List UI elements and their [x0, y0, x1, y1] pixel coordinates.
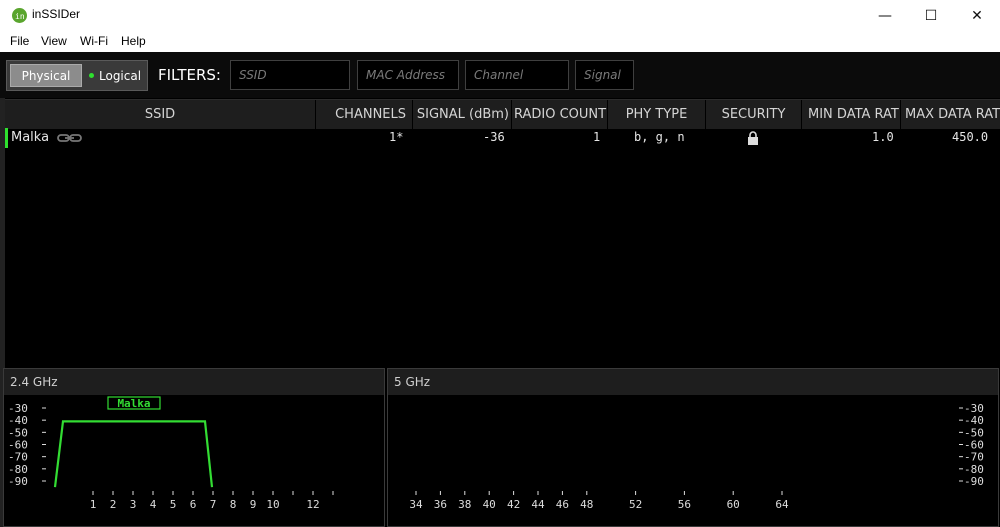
close-button[interactable]: ✕ [954, 0, 1000, 31]
column-ssid[interactable]: SSID [5, 100, 316, 129]
lock-icon [748, 131, 758, 145]
y-tick-label: -50 [8, 426, 28, 439]
column-channels[interactable]: CHANNELS [316, 100, 413, 129]
x-tick-label: 8 [230, 498, 237, 511]
y-tick-label: -40 [964, 414, 984, 427]
x-tick-label: 64 [775, 498, 789, 511]
cell-min-data-rate: 1.0 [872, 130, 894, 144]
x-tick-label: 6 [190, 498, 197, 511]
y-tick-label: -80 [964, 463, 984, 476]
menu-file[interactable]: File [10, 34, 29, 48]
svg-text:in: in [15, 12, 25, 21]
cell-signal: -36 [483, 130, 505, 144]
y-tick-label: -60 [8, 439, 28, 452]
y-tick-label: -80 [8, 463, 28, 476]
panel-2-4-ghz-title: 2.4 GHz [4, 369, 384, 395]
column-phy-type[interactable]: PHY TYPE [608, 100, 706, 129]
x-tick-label: 60 [727, 498, 740, 511]
x-tick-label: 1 [90, 498, 97, 511]
physical-toggle-button[interactable]: Physical [10, 64, 82, 87]
mac-filter-input[interactable] [357, 60, 459, 90]
row-color-indicator [5, 128, 8, 148]
x-tick-label: 12 [306, 498, 319, 511]
toolbar: Physical Logical FILTERS: [0, 52, 1000, 98]
y-tick-label: -60 [964, 439, 984, 452]
x-tick-label: 40 [483, 498, 496, 511]
column-radio-count[interactable]: RADIO COUNT [512, 100, 608, 129]
table-row[interactable]: Malka 1* -36 1 b, g, n 1.0 450.0 [5, 128, 1000, 148]
x-tick-label: 4 [150, 498, 157, 511]
column-min-data-rate[interactable]: MIN DATA RATE [802, 100, 901, 129]
view-toggle: Physical Logical [6, 60, 148, 91]
active-dot-icon [89, 73, 94, 78]
window-title: inSSIDer [32, 7, 81, 21]
x-tick-label: 36 [434, 498, 447, 511]
panel-2-4-ghz: 2.4 GHz -30 -40 -50 -60 -70 -80 -90 1 2 3 4 5 6 7 8 9 10… [3, 368, 385, 527]
y-tick-label: -40 [8, 414, 28, 427]
x-tick-label: 10 [266, 498, 279, 511]
x-tick-label: 56 [678, 498, 691, 511]
y-tick-label: -70 [8, 451, 28, 464]
x-tick-label: 42 [507, 498, 520, 511]
panel-5-ghz-title: 5 GHz [388, 369, 998, 395]
signal-trace-malka [53, 420, 214, 488]
cell-max-data-rate: 450.0 [952, 130, 989, 144]
x-tick-label: 5 [170, 498, 177, 511]
ssid-filter-input[interactable] [230, 60, 350, 90]
logical-label: Logical [99, 68, 142, 83]
x-tick-label: 7 [210, 498, 217, 511]
x-tick-label: 44 [531, 498, 545, 511]
cell-radio-count: 1 [593, 130, 601, 144]
x-tick-label: 52 [629, 498, 642, 511]
x-tick-label: 34 [409, 498, 423, 511]
panel-5-ghz: 5 GHz -30 -40 -50 -60 -70 -80 -90 34 36 38 40 42 44 4… [387, 368, 999, 527]
x-tick-label: 46 [556, 498, 569, 511]
maximize-button[interactable]: ☐ [908, 0, 954, 31]
cell-ssid: Malka [11, 130, 50, 145]
x-tick-label: 38 [458, 498, 471, 511]
network-table-header: SSID CHANNELS SIGNAL (dBm) RADIO COUNT P… [5, 99, 1000, 129]
y-tick-label: -70 [964, 451, 984, 464]
x-tick-label: 9 [250, 498, 257, 511]
x-tick-label: 3 [130, 498, 137, 511]
minimize-button[interactable]: — [862, 0, 908, 31]
menu-wifi[interactable]: Wi-Fi [80, 34, 108, 48]
menu-help[interactable]: Help [121, 34, 146, 48]
filters-label: FILTERS: [158, 66, 221, 84]
chart-5-ghz: -30-40-50-60-70-80-90 34 36 38 40 42 44 46 48 52 5… [409, 402, 984, 511]
y-tick-label: -50 [964, 426, 984, 439]
menu-bar: File View Wi-Fi Help [0, 31, 1000, 53]
column-max-data-rate[interactable]: MAX DATA RATE [901, 100, 1000, 129]
cell-channels: 1* [389, 130, 404, 144]
title-bar: in inSSIDer — ☐ ✕ [0, 0, 1000, 31]
channel-filter-input[interactable] [465, 60, 569, 90]
y-tick-label: -90 [964, 475, 984, 488]
signal-filter-input[interactable] [575, 60, 634, 90]
chart-2-4-ghz: -30-40-50-60-70-80-901 2 3 4 5 6 7 8 9 10 12Malka [8, 396, 334, 511]
logical-toggle-button[interactable]: Logical [85, 64, 145, 87]
column-signal[interactable]: SIGNAL (dBm) [413, 100, 512, 129]
x-tick-label: 48 [580, 498, 593, 511]
cell-phy-type: b, g, n [634, 130, 685, 144]
y-tick-label: -30 [964, 402, 984, 415]
column-security[interactable]: SECURITY [706, 100, 802, 129]
y-tick-label: -90 [8, 475, 28, 488]
menu-view[interactable]: View [41, 34, 67, 48]
app-icon: in [12, 8, 27, 23]
x-tick-label: 2 [110, 498, 117, 511]
y-tick-label: -30 [8, 402, 28, 415]
link-icon [57, 134, 82, 142]
trace-label-malka: Malka [117, 397, 150, 410]
